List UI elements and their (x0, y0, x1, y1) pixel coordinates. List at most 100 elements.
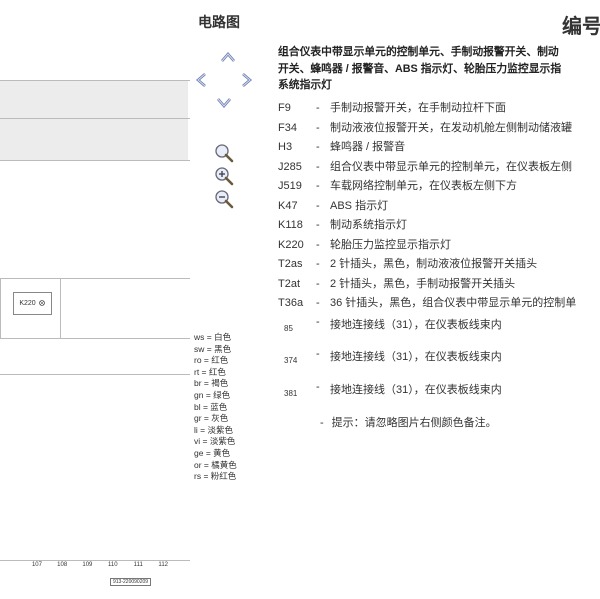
list-item: K118 - 制动系统指示灯 (278, 217, 600, 237)
item-code: J285 (278, 160, 302, 173)
item-dash: - (316, 316, 320, 328)
item-desc: 手制动报警开关，在手制动拉杆下面 (330, 102, 506, 114)
item-code: T36a (278, 297, 304, 309)
item-dash: - (316, 199, 320, 212)
legend-item: ge = 黄色 (194, 447, 231, 458)
item-dash: - (316, 238, 320, 251)
column-numbers: 107 108 109 110 111 112 (0, 562, 170, 576)
zoom-in-icon[interactable] (213, 165, 235, 187)
legend-item: br = 褐色 (194, 378, 229, 389)
ground-item: 381 - 接地连接线（31），在仪表板线束内 (278, 381, 600, 398)
item-desc: 36 针插头，黑色，组合仪表中带显示单元的控制单 (330, 297, 577, 309)
list-item: F9 - 手制动报警开关，在手制动拉杆下面 (278, 100, 600, 120)
ground-code: 85 (284, 324, 293, 333)
color-legend: ws = 白色 sw = 黑色 ro = 红色 rt = 红色 br = 褐色 … (194, 332, 237, 483)
list-item: J519 - 车载网络控制单元，在仪表板左侧下方 (278, 178, 600, 198)
diagram-line (0, 80, 190, 81)
column-number: 109 (82, 562, 93, 568)
list-item: H3 - 蜂鸣器 / 报警音 (278, 139, 600, 159)
note-text: 提示：请忽略图片右侧颜色备注。 (331, 417, 497, 429)
ground-desc: 接地连接线（31），在仪表板线束内 (330, 351, 502, 363)
lamp-icon (38, 300, 45, 307)
item-code: T2as (278, 258, 303, 270)
legend-item: ro = 红色 (194, 355, 229, 366)
item-code: H3 (278, 141, 293, 153)
item-desc: 2 针插头，黑色，手制动报警开关插头 (330, 277, 516, 290)
sidebar: 电路图 ws = 白色 sw = 黑色 ro = 红色 rt = 红色 br = (190, 0, 275, 599)
list-item: J285 - 组合仪表中带显示单元的控制单元，在仪表板左侧 (278, 159, 600, 179)
component-list: F9 - 手制动报警开关，在手制动拉杆下面 F34 - 制动液液位报警开关，在发… (278, 100, 600, 315)
sidebar-title: 电路图 (198, 14, 240, 30)
diagram-line (60, 278, 61, 338)
column-number: 107 (31, 562, 42, 568)
column-number: 112 (158, 562, 168, 568)
diagram-line (0, 278, 190, 279)
zoom-out-icon[interactable] (213, 188, 235, 210)
item-desc: 制动系统指示灯 (330, 219, 407, 231)
legend-item: ws = 白色 (194, 332, 232, 342)
legend-item: rs = 粉红色 (194, 471, 237, 482)
item-desc: 组合仪表中带显示单元的控制单元，在仪表板左侧 (330, 160, 572, 173)
legend-item: gr = 灰色 (194, 413, 229, 424)
item-dash: - (316, 121, 320, 134)
ground-desc: 接地连接线（31），在仪表板线束内 (330, 319, 502, 331)
item-dash: - (316, 160, 320, 173)
item-desc: 轮胎压力监控显示指示灯 (330, 238, 451, 251)
diagram-line (0, 374, 190, 375)
item-desc: 车载网络控制单元，在仪表板左侧下方 (330, 180, 517, 192)
item-desc: 2 针插头，黑色，制动液液位报警开关插头 (330, 258, 538, 270)
heading-line: 系统指示灯 (278, 79, 332, 91)
list-item: F34 - 制动液液位报警开关，在发动机舱左侧制动储液罐 (278, 120, 600, 140)
ground-desc: 接地连接线（31），在仪表板线束内 (330, 384, 502, 396)
legend-item: gn = 绿色 (194, 389, 231, 400)
diagram-line (0, 278, 1, 338)
ground-code: 374 (284, 356, 298, 365)
item-code: F34 (278, 121, 297, 134)
column-number: 108 (57, 562, 68, 568)
item-code: K220 (278, 238, 304, 251)
document-number: 913-220090209 (110, 578, 152, 586)
pan-left-icon[interactable] (192, 70, 212, 90)
component-k220: K220 (13, 292, 52, 315)
item-dash: - (316, 258, 320, 270)
component-list-panel: 组合仪表中带显示单元的控制单元、手制动报警开关、制动 开关、蜂鸣器 / 报警音、… (278, 0, 600, 599)
section-heading: 组合仪表中带显示单元的控制单元、手制动报警开关、制动 开关、蜂鸣器 / 报警音、… (278, 44, 600, 94)
item-code: F9 (278, 102, 291, 114)
legend-item: or = 橘黄色 (194, 459, 237, 470)
item-dash: - (316, 348, 320, 360)
item-code: K47 (278, 199, 298, 212)
list-item: T2at - 2 针插头，黑色，手制动报警开关插头 (278, 276, 600, 296)
item-desc: 蜂鸣器 / 报警音 (330, 141, 406, 153)
list-item: T36a - 36 针插头，黑色，组合仪表中带显示单元的控制单 (278, 295, 600, 315)
item-dash: - (316, 297, 320, 309)
diagram-line (0, 160, 190, 161)
list-item: K220 - 轮胎压力监控显示指示灯 (278, 237, 600, 257)
column-number: 110 (108, 562, 118, 568)
list-item: T2as - 2 针插头，黑色，制动液液位报警开关插头 (278, 256, 600, 276)
zoom-icon[interactable] (213, 142, 235, 164)
ground-code: 381 (284, 389, 298, 398)
ground-item: 85 - 接地连接线（31），在仪表板线束内 (278, 316, 600, 333)
heading-line: 组合仪表中带显示单元的控制单元、手制动报警开关、制动 (278, 46, 559, 58)
list-item: K47 - ABS 指示灯 (278, 198, 600, 218)
component-label: K220 (19, 300, 36, 307)
pan-down-icon[interactable] (214, 92, 234, 112)
legend-item: vi = 淡紫色 (194, 436, 236, 447)
item-dash: - (316, 102, 320, 114)
diagram-line (0, 338, 190, 339)
diagram-line (0, 118, 190, 119)
diagram-band (0, 80, 188, 160)
item-dash: - (316, 277, 320, 290)
item-code: T2at (278, 277, 301, 290)
note-dash: - (320, 417, 324, 429)
legend-item: rt = 红色 (194, 366, 226, 377)
legend-item: bl = 蓝色 (194, 401, 228, 412)
item-dash: - (316, 219, 320, 231)
circuit-diagram: K220 107 108 109 110 111 112 913-2200902… (0, 0, 190, 599)
item-code: K118 (278, 219, 303, 231)
item-desc: ABS 指示灯 (330, 199, 389, 212)
heading-line: 开关、蜂鸣器 / 报警音、ABS 指示灯、轮胎压力监控显示指 (278, 62, 562, 75)
pan-right-icon[interactable] (236, 70, 256, 90)
pan-up-icon[interactable] (218, 48, 238, 68)
column-number: 111 (133, 562, 143, 568)
